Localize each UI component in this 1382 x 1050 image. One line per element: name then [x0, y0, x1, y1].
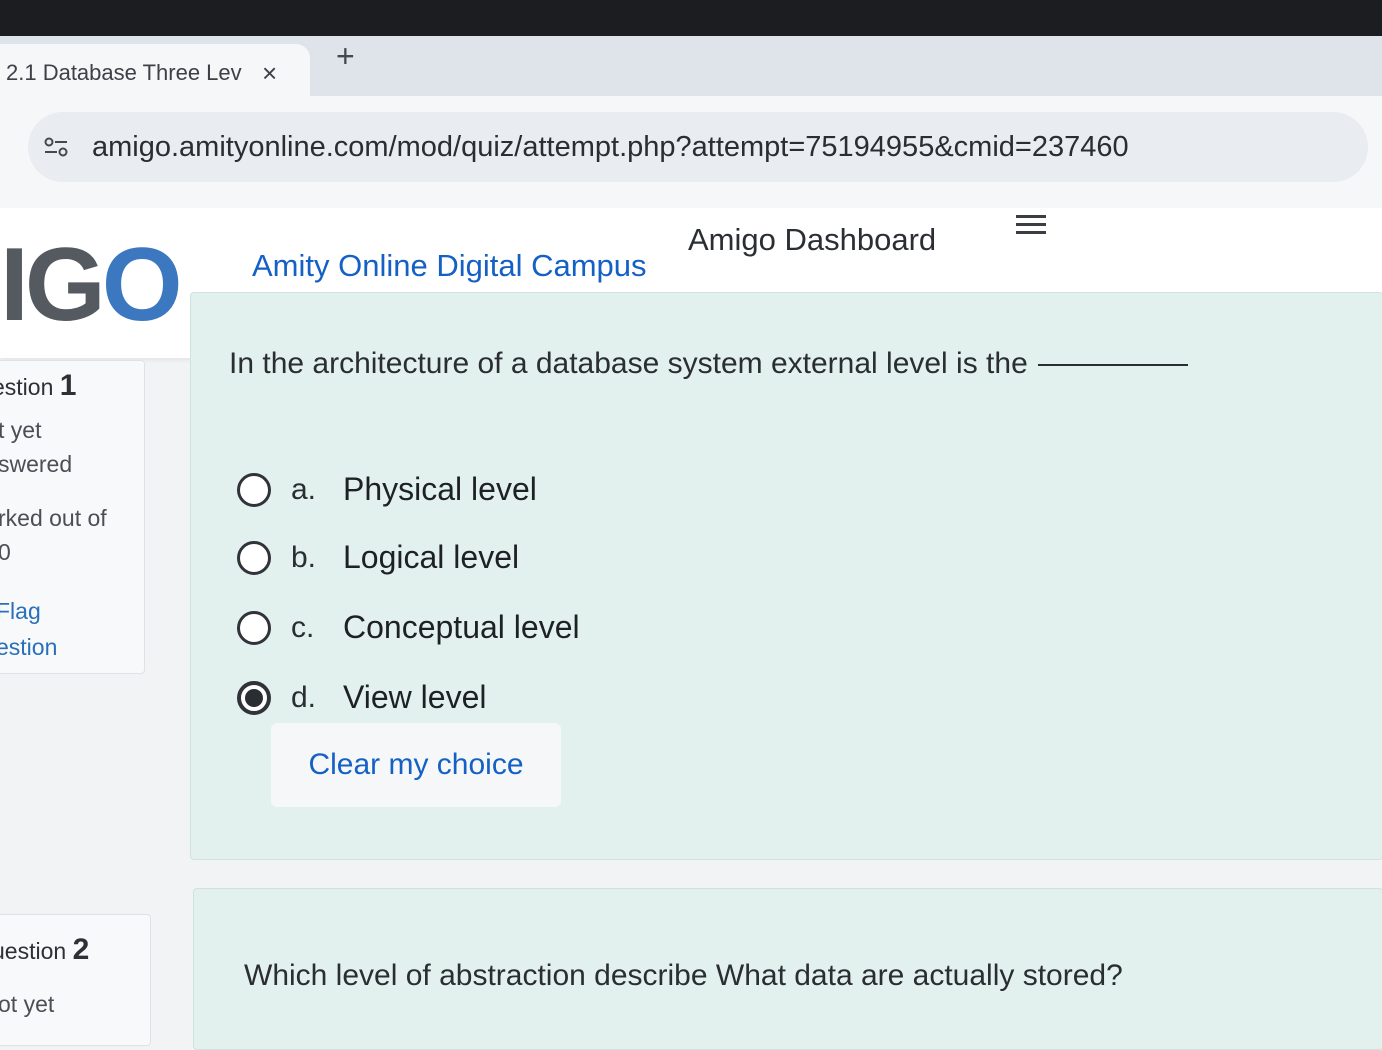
option-letter: a. [291, 472, 317, 506]
question-state: t yet swered [0, 413, 72, 481]
url-text: amigo.amityonline.com/mod/quiz/attempt.p… [92, 130, 1129, 163]
mark-line: rked out of [0, 505, 107, 531]
question-number: 2 [72, 933, 90, 966]
screen-top-bezel [0, 0, 1382, 36]
question-number: 1 [59, 369, 77, 402]
option-label: Logical level [343, 539, 520, 575]
question-text-content: In the architecture of a database system… [229, 347, 1028, 380]
option-letter: d. [291, 680, 317, 714]
question-state: ot yet [0, 987, 54, 1021]
radio-icon[interactable] [237, 610, 271, 645]
radio-icon[interactable] [237, 680, 271, 715]
address-bar[interactable]: amigo.amityonline.com/mod/quiz/attempt.p… [28, 112, 1368, 182]
clear-choice-button[interactable]: Clear my choice [271, 723, 561, 807]
option-label: Conceptual level [343, 609, 580, 645]
mark-line: 0 [0, 539, 11, 565]
question-text: In the architecture of a database system… [229, 347, 1188, 381]
question-text: Which level of abstraction describe What… [244, 959, 1123, 992]
option-b[interactable]: b. Logical level [237, 539, 519, 576]
state-line: t yet [0, 417, 42, 443]
close-icon[interactable]: × [262, 58, 277, 89]
radio-icon[interactable] [237, 472, 271, 507]
question-label-text: estion [0, 374, 54, 400]
browser-tab-active[interactable]: 2.1 Database Three Leve × [0, 44, 310, 102]
question-card-2: Which level of abstraction describe What… [193, 888, 1382, 1050]
radio-icon[interactable] [237, 540, 271, 575]
plus-icon[interactable]: + [336, 38, 355, 75]
question-number-label: estion 1 [0, 369, 76, 403]
question-info-1: estion 1 t yet swered rked out of 0 Flag… [0, 360, 145, 674]
logo-text: IG [0, 227, 106, 343]
option-letter: b. [291, 540, 317, 574]
option-a[interactable]: a. Physical level [237, 471, 537, 508]
flag-question-link[interactable]: Flag estion [0, 593, 57, 665]
question-mark: rked out of 0 [0, 501, 107, 569]
flag-line: estion [0, 634, 58, 660]
option-letter: c. [291, 610, 315, 644]
logo-accent: O [101, 227, 183, 343]
tab-title: 2.1 Database Three Leve [6, 60, 242, 85]
question-card-1: In the architecture of a database system… [190, 292, 1382, 860]
option-label: View level [343, 679, 487, 715]
site-logo[interactable]: IGO [0, 226, 183, 345]
question-number-label: uestion 2 [0, 933, 89, 967]
answer-blank [1037, 364, 1188, 367]
question-info-2: uestion 2 ot yet [0, 914, 151, 1046]
option-c[interactable]: c. Conceptual level [237, 609, 580, 646]
hamburger-menu-icon[interactable] [1016, 210, 1050, 240]
state-line: swered [0, 451, 73, 477]
nav-link-dashboard[interactable]: Amigo Dashboard [688, 222, 936, 258]
question-label-text: uestion [0, 938, 67, 964]
option-d[interactable]: d. View level [237, 679, 486, 716]
nav-link-digital-campus[interactable]: Amity Online Digital Campus [252, 248, 647, 284]
tune-icon[interactable] [42, 133, 70, 161]
state-line: ot yet [0, 991, 55, 1017]
option-label: Physical level [343, 471, 537, 507]
flag-line: Flag [0, 598, 41, 624]
